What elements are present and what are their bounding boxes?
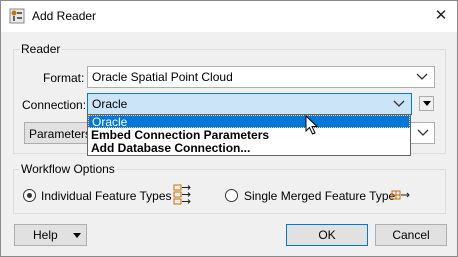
format-combobox[interactable]: Oracle Spatial Point Cloud [87, 66, 435, 88]
cancel-label: Cancel [392, 228, 430, 242]
chevron-down-icon [393, 100, 405, 107]
workflow-group-legend: Workflow Options [19, 162, 117, 176]
ok-label: OK [318, 228, 336, 242]
ok-button[interactable]: OK [286, 224, 368, 246]
help-button[interactable]: Help [14, 224, 87, 246]
connection-label: Connection: [22, 98, 87, 112]
connection-dropdown-list: Oracle Embed Connection Parameters Add D… [87, 114, 411, 156]
help-label: Help [33, 228, 58, 242]
parameters-combobox[interactable] [410, 122, 435, 144]
individual-feature-types-icon [173, 184, 191, 205]
connection-value: Oracle [92, 97, 128, 111]
format-value: Oracle Spatial Point Cloud [92, 70, 233, 84]
chevron-down-icon [416, 73, 428, 80]
close-icon[interactable]: ✕ [431, 6, 451, 26]
add-reader-dialog: Add Reader ✕ Reader Format: Oracle Spati… [0, 0, 458, 257]
title-bar: Add Reader ✕ [1, 1, 457, 32]
individual-feature-types-label[interactable]: Individual Feature Types [41, 189, 172, 203]
connection-options-button[interactable] [419, 96, 434, 111]
dropdown-item-add-database-connection[interactable]: Add Database Connection... [88, 142, 410, 155]
parameters-button[interactable]: Parameters... [24, 122, 101, 144]
reader-group-legend: Reader [19, 42, 63, 56]
fme-app-icon [9, 8, 25, 24]
cancel-button[interactable]: Cancel [375, 224, 447, 246]
individual-feature-types-radio[interactable] [23, 189, 36, 202]
chevron-down-icon [417, 129, 429, 136]
single-merged-feature-type-radio[interactable] [225, 189, 238, 202]
window-title: Add Reader [32, 9, 97, 23]
single-merged-feature-type-label[interactable]: Single Merged Feature Type [244, 189, 395, 203]
format-label: Format: [43, 71, 85, 85]
dropdown-item-oracle[interactable]: Oracle [88, 115, 410, 129]
connection-combobox[interactable]: Oracle [87, 93, 412, 115]
single-merged-feature-type-icon [391, 190, 410, 200]
triangle-down-icon [73, 233, 81, 238]
triangle-down-icon [423, 101, 431, 106]
mouse-cursor-icon [305, 115, 319, 135]
